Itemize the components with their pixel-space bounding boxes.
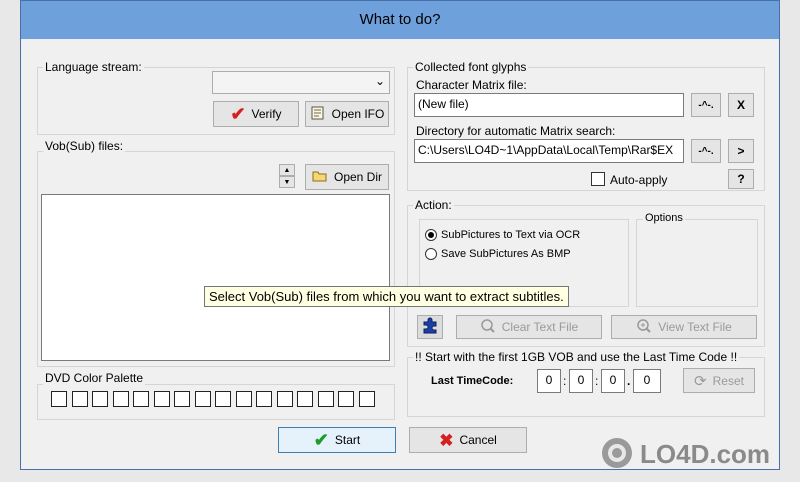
last-timecode-label: Last TimeCode:	[431, 375, 514, 387]
matrix-file-input[interactable]: (New file)	[414, 93, 684, 117]
document-icon	[310, 105, 326, 124]
reset-button[interactable]: ⟳ Reset	[683, 368, 755, 393]
close-icon: ✖	[439, 430, 454, 450]
watermark-logo: LO4D.com	[600, 436, 770, 473]
color-swatch[interactable]	[338, 391, 354, 407]
color-swatch[interactable]	[215, 391, 231, 407]
color-swatch[interactable]	[297, 391, 313, 407]
puzzle-button[interactable]	[417, 315, 443, 339]
color-palette-swatches	[51, 391, 381, 407]
color-swatch[interactable]	[235, 391, 252, 407]
puzzle-icon	[421, 317, 439, 338]
color-swatch[interactable]	[174, 391, 190, 407]
window-title: What to do?	[359, 11, 441, 28]
color-swatch[interactable]	[51, 391, 67, 407]
reset-icon: ⟳	[694, 372, 707, 390]
language-stream-label: Language stream:	[43, 60, 144, 74]
lo4d-logo-icon	[600, 436, 634, 473]
color-swatch[interactable]	[276, 391, 293, 407]
verify-button[interactable]: ✔ Verify	[213, 101, 299, 127]
open-dir-button[interactable]: Open Dir	[305, 164, 389, 190]
radio-circle	[425, 248, 437, 260]
checkmark-icon: ✔	[230, 104, 246, 124]
help-button[interactable]: ?	[728, 169, 754, 189]
view-text-file-button[interactable]: View Text File	[611, 315, 757, 339]
matrix-clear-button[interactable]: X	[728, 93, 754, 117]
color-swatch[interactable]	[153, 391, 170, 407]
options-label: Options	[643, 212, 685, 224]
folder-icon	[312, 169, 328, 186]
timecode-group-label: !! Start with the first 1GB VOB and use …	[413, 350, 740, 364]
cancel-button[interactable]: ✖ Cancel	[409, 427, 527, 453]
action-label: Action:	[413, 198, 454, 212]
color-swatch[interactable]	[71, 391, 88, 407]
matrix-dir-label: Directory for automatic Matrix search:	[416, 124, 616, 138]
dialog-window: What to do? Language stream: ⌄ ✔ Verify …	[20, 0, 780, 470]
matrix-dir-input[interactable]: C:\Users\LO4D~1\AppData\Local\Temp\Rar$E…	[414, 139, 684, 163]
color-swatch[interactable]	[317, 391, 334, 407]
watermark-text: LO4D.com	[640, 439, 771, 469]
tooltip: Select Vob(Sub) files from which you wan…	[204, 286, 569, 307]
chevron-down-icon: ⌄	[374, 74, 385, 88]
arrow-up-icon: ▲	[283, 166, 291, 174]
arrow-down-icon: ▼	[283, 178, 291, 186]
title-bar[interactable]: What to do?	[21, 1, 779, 39]
color-swatch[interactable]	[92, 391, 108, 407]
color-swatch[interactable]	[256, 391, 272, 407]
color-swatch[interactable]	[133, 391, 149, 407]
timecode-hours-input[interactable]: 0	[537, 369, 561, 393]
eraser-icon	[480, 318, 496, 337]
checkmark-icon: ✔	[313, 430, 329, 450]
move-down-button[interactable]: ▼	[279, 176, 295, 188]
font-glyphs-label: Collected font glyphs	[413, 60, 529, 74]
timecode-frames-input[interactable]: 0	[633, 369, 661, 393]
magnifier-icon	[636, 318, 652, 337]
clear-text-file-button[interactable]: Clear Text File	[456, 315, 602, 339]
matrix-dir-go-button[interactable]: >	[728, 139, 754, 163]
dialog-client-area: Language stream: ⌄ ✔ Verify Open IFO Vob…	[21, 39, 779, 469]
matrix-dir-browse-button[interactable]: -^-.	[691, 139, 721, 163]
timecode-separator: :	[563, 374, 567, 388]
timecode-minutes-input[interactable]: 0	[569, 369, 593, 393]
vobsub-files-label: Vob(Sub) files:	[43, 139, 126, 153]
timecode-seconds-input[interactable]: 0	[601, 369, 625, 393]
auto-apply-checkbox[interactable]	[591, 172, 605, 186]
radio-circle-checked	[425, 229, 437, 241]
color-swatch[interactable]	[358, 391, 375, 407]
auto-apply-label: Auto-apply	[610, 173, 668, 187]
start-button[interactable]: ✔ Start	[278, 427, 396, 453]
timecode-separator: .	[627, 374, 631, 388]
color-swatch[interactable]	[194, 391, 211, 407]
radio-save-bmp[interactable]: Save SubPictures As BMP	[425, 248, 571, 260]
color-swatch[interactable]	[112, 391, 129, 407]
timecode-separator: :	[595, 374, 599, 388]
language-stream-select[interactable]: ⌄	[212, 71, 390, 94]
move-up-button[interactable]: ▲	[279, 164, 295, 176]
matrix-file-label: Character Matrix file:	[416, 78, 527, 92]
radio-ocr[interactable]: SubPictures to Text via OCR	[425, 229, 580, 241]
open-ifo-button[interactable]: Open IFO	[305, 101, 389, 127]
vobsub-files-list[interactable]	[41, 194, 390, 361]
matrix-browse-button[interactable]: -^-.	[691, 93, 721, 117]
options-group	[636, 219, 758, 307]
dvd-color-palette-label: DVD Color Palette	[43, 371, 146, 385]
